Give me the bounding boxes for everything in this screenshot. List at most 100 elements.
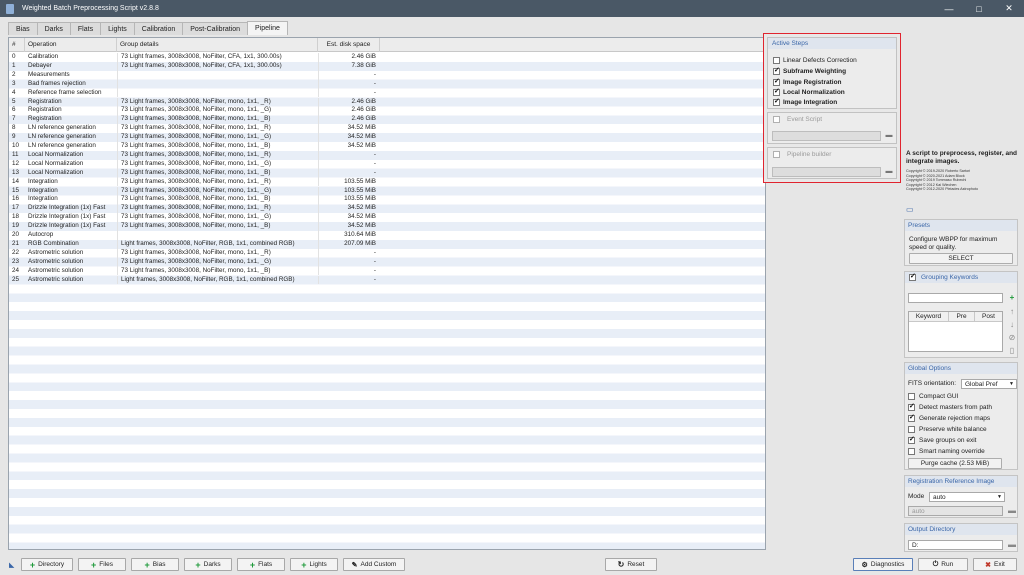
checkbox-smart-naming[interactable] — [908, 448, 915, 455]
minimize-icon[interactable]: — — [934, 0, 964, 17]
checkbox-detect-masters[interactable] — [908, 402, 915, 411]
table-row[interactable]: 11 Local Normalization 73 Light frames, 30… — [9, 150, 380, 160]
header-num[interactable]: # — [9, 38, 25, 52]
keyword-column-header[interactable]: Keyword — [909, 312, 949, 322]
mode-select[interactable]: auto ▼ — [929, 492, 1005, 502]
resize-corner-icon[interactable]: ◣ — [9, 561, 14, 569]
table-row[interactable]: 25 Astrometric solution Light frames, 3008… — [9, 275, 380, 285]
table-row[interactable]: 13 Local Normalization 73 Light frames, 30… — [9, 168, 380, 178]
checkbox-event-script[interactable] — [773, 116, 780, 123]
table-row[interactable]: 19 Drizzle Integration (1x) Fast 73 Light … — [9, 222, 380, 231]
checkbox-linear-defects[interactable] — [773, 57, 780, 64]
add-custom-button[interactable]: ✎ Add Custom — [343, 558, 405, 571]
table-row[interactable]: 16 Integration 73 Light frames, 3008x3008,… — [9, 195, 380, 205]
folder-icon[interactable]: ▬ — [1007, 540, 1017, 550]
run-button[interactable]: ⏻ Run — [918, 558, 968, 571]
table-row[interactable]: 20 Autocrop 310.64 MiB — [9, 231, 380, 240]
keyword-input[interactable] — [908, 293, 1003, 303]
checkbox-image-integration[interactable] — [773, 97, 780, 106]
table-row[interactable]: 10 LN reference generation 73 Light frames… — [9, 142, 380, 151]
tab-bias[interactable]: Bias — [8, 22, 38, 35]
add-lights-button[interactable]: + Lights — [290, 558, 338, 571]
checkbox-compact-gui[interactable] — [908, 393, 915, 400]
checkbox-save-groups[interactable] — [908, 435, 915, 444]
table-row[interactable]: 6 Registration 73 Light frames, 3008x3008,… — [9, 106, 380, 116]
table-row[interactable]: 4 Reference frame selection - — [9, 88, 380, 98]
add-directory-button[interactable]: + Directory — [21, 558, 73, 571]
row-operation: Registration — [28, 106, 62, 114]
presets-select-button[interactable]: SELECT — [909, 253, 1013, 264]
close-icon[interactable]: ✕ — [994, 0, 1024, 17]
keywords-table[interactable]: Keyword Pre Post — [908, 311, 1003, 352]
table-row[interactable]: 22 Astrometric solution 73 Light frames, 3… — [9, 248, 380, 258]
table-row[interactable]: 9 LN reference generation 73 Light frames,… — [9, 133, 380, 142]
arrow-down-icon[interactable]: ↓ — [1007, 320, 1017, 330]
folder-icon[interactable]: ▬ — [1007, 506, 1017, 516]
tab-pipeline[interactable]: Pipeline — [247, 21, 288, 35]
header-disk-space[interactable]: Est. disk space — [318, 38, 380, 52]
reset-button[interactable]: ↻ Reset — [605, 558, 657, 571]
diagnostics-button[interactable]: ⚙ Diagnostics — [853, 558, 913, 571]
pre-column-header[interactable]: Pre — [949, 312, 975, 322]
maximize-icon[interactable]: □ — [964, 0, 994, 17]
header-group-details[interactable]: Group details — [117, 38, 318, 52]
link-icon[interactable]: ⊘ — [1007, 333, 1017, 343]
folder-icon[interactable]: ▬ — [884, 168, 894, 176]
add-bias-button[interactable]: + Bias — [131, 558, 179, 571]
active-steps-group: Active Steps Linear Defects Correction S… — [767, 37, 897, 109]
table-row[interactable]: 2 Measurements - — [9, 70, 380, 80]
checkbox-subframe-weighting[interactable] — [773, 66, 780, 75]
tab-lights[interactable]: Lights — [100, 22, 135, 35]
add-flats-button[interactable]: + Flats — [237, 558, 285, 571]
checkbox-image-registration[interactable] — [773, 77, 780, 86]
add-icon[interactable]: + — [1007, 293, 1017, 303]
table-row[interactable]: 23 Astrometric solution 73 Light frames, 3… — [9, 257, 380, 267]
table-row[interactable]: 0 Calibration 73 Light frames, 3008x3008, … — [9, 53, 380, 62]
exit-button[interactable]: ✖ Exit — [973, 558, 1017, 571]
pipeline-table[interactable]: # Operation Group details Est. disk spac… — [8, 37, 766, 550]
purge-cache-button[interactable]: Purge cache (2.53 MiB) — [908, 458, 1002, 469]
checkbox-rejection-maps[interactable] — [908, 413, 915, 422]
table-row[interactable]: 3 Bad frames rejection - — [9, 79, 380, 89]
checkbox-local-normalization[interactable] — [773, 87, 780, 96]
checkbox-pipeline-builder[interactable] — [773, 151, 780, 158]
row-disk-space: 310.64 MiB — [318, 231, 380, 240]
table-row[interactable]: 18 Drizzle Integration (1x) Fast 73 Light … — [9, 213, 380, 223]
table-row[interactable]: 15 Integration 73 Light frames, 3008x3008,… — [9, 186, 380, 196]
trash-icon[interactable]: ▯ — [1007, 346, 1017, 356]
folder-icon[interactable]: ▬ — [884, 132, 894, 140]
arrow-up-icon[interactable]: ↑ — [1007, 307, 1017, 317]
checkbox-grouping-keywords[interactable] — [909, 272, 916, 281]
checkbox-white-balance[interactable] — [908, 426, 915, 433]
tab-calibration[interactable]: Calibration — [133, 22, 184, 35]
table-row[interactable]: 1 Debayer 73 Light frames, 3008x3008, NoFi… — [9, 61, 380, 71]
row-number: 6 — [12, 106, 16, 114]
copyright-line: Copyright © 2012-2020 Pleiades Astrophot… — [906, 187, 979, 191]
event-script-field[interactable] — [772, 131, 881, 141]
tab-bar: Bias Darks Flats Lights Calibration Post… — [8, 21, 288, 35]
table-row[interactable]: 5 Registration 73 Light frames, 3008x3008,… — [9, 97, 380, 107]
post-column-header[interactable]: Post — [975, 312, 1002, 322]
script-description: A script to preprocess, register, and in… — [906, 150, 1018, 165]
pipeline-builder-field[interactable] — [772, 167, 881, 177]
add-files-button[interactable]: + Files — [78, 558, 126, 571]
add-darks-button[interactable]: + Darks — [184, 558, 232, 571]
row-group-details: 73 Light frames, 3008x3008, NoFilter, mo… — [117, 115, 318, 125]
reference-image-field[interactable]: auto — [908, 506, 1003, 516]
output-directory-input[interactable]: D: — [908, 540, 1003, 550]
table-row[interactable]: 14 Integration 73 Light frames, 3008x3008,… — [9, 177, 380, 187]
label-image-integration: Image Integration — [783, 98, 838, 106]
tab-flats[interactable]: Flats — [69, 22, 102, 35]
tab-darks[interactable]: Darks — [36, 22, 71, 35]
table-row[interactable]: 17 Drizzle Integration (1x) Fast 73 Light … — [9, 204, 380, 214]
table-row[interactable]: 7 Registration 73 Light frames, 3008x3008,… — [9, 115, 380, 125]
header-operation[interactable]: Operation — [25, 38, 117, 52]
table-row[interactable]: 24 Astrometric solution 73 Light frames, 3… — [9, 266, 380, 276]
chat-icon[interactable]: ▭ — [906, 205, 914, 214]
table-row[interactable]: 21 RGB Combination Light frames, 3008x3008… — [9, 239, 380, 249]
tab-post-calibration[interactable]: Post-Calibration — [182, 22, 249, 35]
table-row[interactable]: 8 LN reference generation 73 Light frames,… — [9, 124, 380, 134]
add-darks-label: Darks — [203, 561, 221, 568]
fits-orientation-select[interactable]: Global Pref ▼ — [961, 379, 1017, 389]
table-row[interactable]: 12 Local Normalization 73 Light frames, 30… — [9, 159, 380, 169]
